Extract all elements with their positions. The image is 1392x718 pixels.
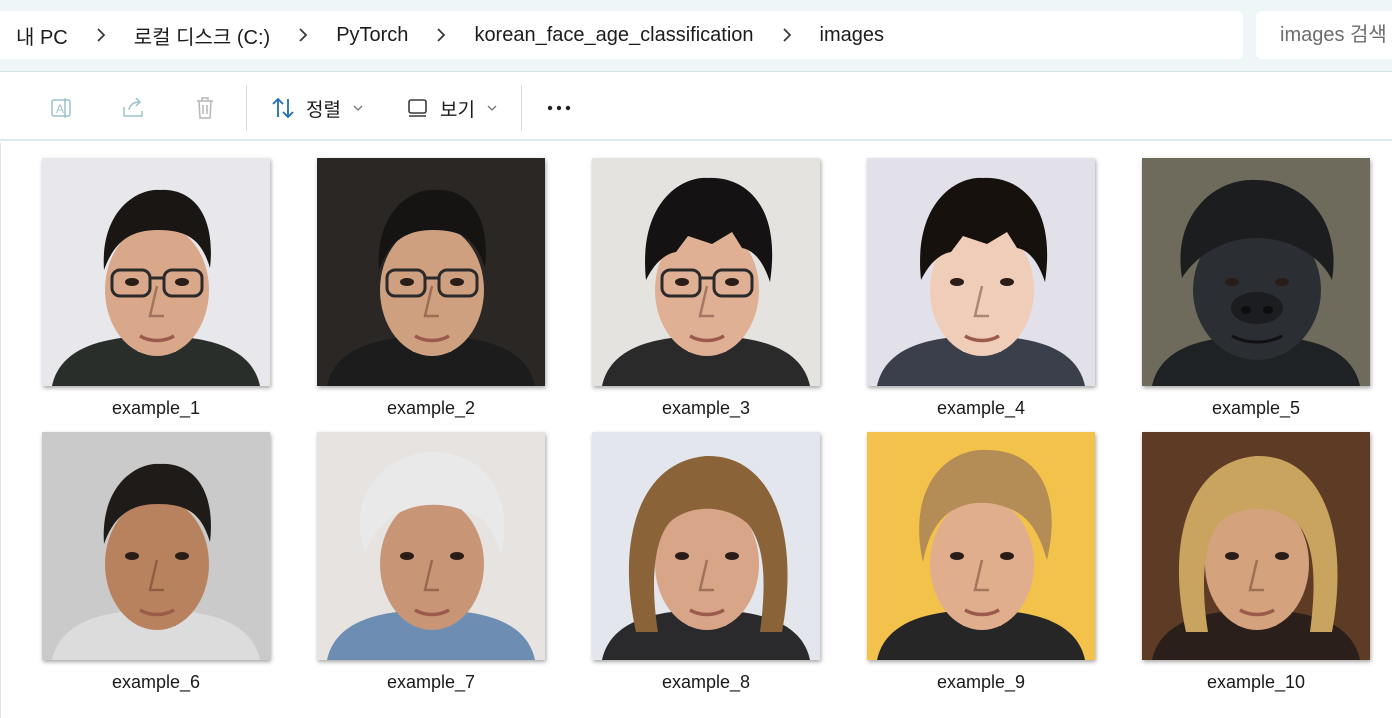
address-bar[interactable]: 내 PC 로컬 디스크 (C:) PyTorch korean_face_age… — [0, 11, 1243, 59]
more-options-icon[interactable] — [544, 93, 574, 123]
search-box[interactable] — [1256, 11, 1392, 59]
file-thumbnail[interactable] — [42, 432, 270, 660]
file-item[interactable]: example_1 — [42, 158, 270, 420]
breadcrumb-pytorch[interactable]: PyTorch — [334, 24, 410, 47]
view-button[interactable]: 보기 — [406, 91, 497, 125]
sort-button[interactable]: 정렬 — [270, 91, 363, 125]
view-label: 보기 — [440, 99, 475, 121]
file-thumbnail[interactable] — [317, 432, 545, 660]
file-thumbnail[interactable] — [867, 432, 1095, 660]
pane-divider — [0, 143, 1, 718]
chevron-right-icon[interactable] — [410, 28, 472, 42]
file-name[interactable]: example_5 — [1122, 398, 1390, 419]
file-thumbnail[interactable] — [1142, 158, 1370, 386]
sort-label: 정렬 — [306, 99, 341, 121]
file-name[interactable]: example_6 — [22, 672, 290, 693]
file-thumbnail[interactable] — [42, 158, 270, 386]
file-name[interactable]: example_9 — [847, 672, 1115, 693]
file-item[interactable]: example_5 — [1142, 158, 1370, 420]
breadcrumb-images[interactable]: images — [818, 24, 886, 47]
file-thumbnail[interactable] — [592, 432, 820, 660]
file-grid: example_1 example_2 example_3 example_4 — [0, 143, 1392, 718]
file-name[interactable]: example_2 — [297, 398, 565, 419]
file-item[interactable]: example_4 — [867, 158, 1095, 420]
file-thumbnail[interactable] — [592, 158, 820, 386]
breadcrumb-this-pc[interactable]: 내 PC — [14, 21, 70, 50]
file-item[interactable]: example_7 — [317, 432, 545, 694]
svg-text:A: A — [56, 102, 64, 116]
file-thumbnail[interactable] — [317, 158, 545, 386]
file-name[interactable]: example_10 — [1122, 672, 1390, 693]
chevron-right-icon[interactable] — [70, 28, 132, 42]
address-bar-strip: 내 PC 로컬 디스크 (C:) PyTorch korean_face_age… — [0, 0, 1392, 72]
file-thumbnail[interactable] — [1142, 432, 1370, 660]
file-name[interactable]: example_7 — [297, 672, 565, 693]
file-name[interactable]: example_8 — [572, 672, 840, 693]
file-item[interactable]: example_10 — [1142, 432, 1370, 694]
toolbar-divider — [521, 85, 522, 131]
file-name[interactable]: example_4 — [847, 398, 1115, 419]
file-name[interactable]: example_1 — [22, 398, 290, 419]
toolbar-divider — [246, 85, 247, 131]
breadcrumb-local-disk[interactable]: 로컬 디스크 (C:) — [132, 21, 272, 50]
view-layout-icon — [408, 99, 427, 117]
chevron-down-icon — [487, 105, 497, 111]
file-item[interactable]: example_3 — [592, 158, 820, 420]
file-item[interactable]: example_6 — [42, 432, 270, 694]
share-icon[interactable] — [118, 93, 148, 123]
search-input[interactable] — [1280, 23, 1392, 47]
chevron-right-icon[interactable] — [272, 28, 334, 42]
file-item[interactable]: example_2 — [317, 158, 545, 420]
chevron-down-icon — [353, 105, 363, 111]
breadcrumb-project-folder[interactable]: korean_face_age_classification — [472, 24, 755, 47]
sort-arrows-icon — [272, 97, 294, 119]
file-name[interactable]: example_3 — [572, 398, 840, 419]
chevron-right-icon[interactable] — [756, 28, 818, 42]
file-thumbnail[interactable] — [867, 158, 1095, 386]
file-item[interactable]: example_8 — [592, 432, 820, 694]
trash-icon[interactable] — [190, 93, 220, 123]
command-bar: A 정렬 보기 — [0, 73, 1392, 141]
rename-icon[interactable]: A — [46, 93, 76, 123]
file-item[interactable]: example_9 — [867, 432, 1095, 694]
